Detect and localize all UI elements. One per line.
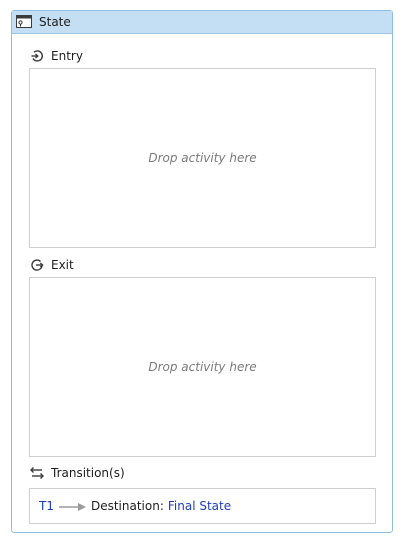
arrow-right-icon [58, 501, 87, 511]
exit-section-label: Exit [30, 256, 74, 274]
state-header[interactable]: State [12, 11, 392, 34]
state-activity[interactable]: State Entry Drop activity here Exit Drop… [11, 10, 393, 533]
destination-link[interactable]: Final State [168, 499, 231, 513]
exit-icon [30, 258, 44, 272]
entry-label: Entry [51, 49, 83, 63]
exit-placeholder: Drop activity here [148, 360, 257, 374]
transition-name-link[interactable]: T1 [39, 499, 54, 513]
destination-label: Destination: [90, 499, 164, 513]
transition-item[interactable]: T1 Destination: Final State [29, 488, 376, 524]
transitions-label: Transition(s) [51, 466, 125, 480]
exit-drop-zone[interactable]: Drop activity here [29, 277, 376, 457]
state-title: State [39, 15, 71, 29]
entry-placeholder: Drop activity here [148, 151, 257, 165]
entry-icon [30, 49, 44, 63]
entry-section-label: Entry [30, 47, 83, 65]
entry-drop-zone[interactable]: Drop activity here [29, 68, 376, 248]
transitions-section-label: Transition(s) [30, 464, 125, 482]
state-icon [16, 15, 32, 29]
exit-label: Exit [51, 258, 74, 272]
transitions-icon [30, 466, 44, 480]
